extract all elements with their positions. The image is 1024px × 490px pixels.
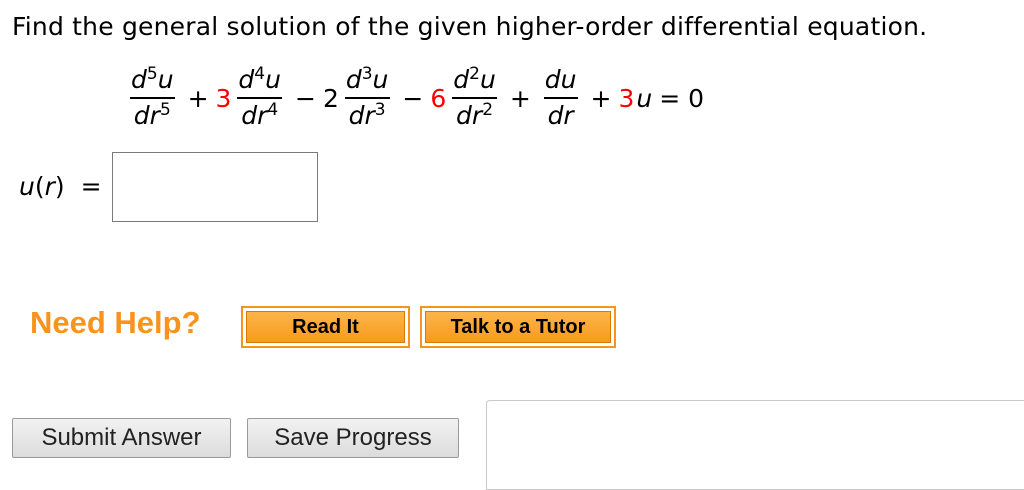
term4-num-d: d [453, 65, 470, 94]
term3-num-var: u [372, 65, 389, 94]
term2-den-dr: dr [241, 101, 268, 130]
operator-plus: + [509, 83, 531, 113]
term3-num-d: d [345, 65, 362, 94]
operator-plus: + [187, 83, 209, 113]
term1-num-var: u [157, 65, 174, 94]
answer-label: u(r) = [19, 172, 102, 201]
answer-arg-open: ( [34, 172, 45, 201]
message-panel [486, 400, 1024, 490]
talk-to-tutor-button[interactable]: Talk to a Tutor [420, 306, 616, 348]
differential-equation: d5u dr5 + 3 d4u dr4 − 2 d3u dr3 − 6 d2u … [124, 60, 711, 136]
question-text: Find the general solution of the given h… [12, 12, 928, 41]
coefficient-3-u: 3 [618, 83, 635, 113]
term3-den-dr: dr [348, 101, 375, 130]
coefficient-6: 6 [430, 83, 447, 113]
term5-num: du [544, 65, 577, 94]
operator-minus: − [402, 83, 424, 113]
term2-num-var: u [265, 65, 281, 94]
read-it-button[interactable]: Read It [241, 306, 410, 348]
fourth-derivative-term: d4u dr4 [234, 65, 285, 131]
answer-arg: (r) [35, 172, 65, 201]
term4-den-exp: 2 [482, 100, 494, 120]
term2-num-exp: 4 [254, 64, 266, 84]
first-derivative-term: du dr [541, 65, 581, 131]
coefficient-2: 2 [322, 83, 339, 113]
operator-minus: − [294, 83, 316, 113]
third-derivative-term: d3u dr3 [342, 65, 393, 131]
term3-den-exp: 3 [374, 100, 386, 120]
answer-equals: = [80, 172, 102, 201]
term1-den-exp: 5 [159, 100, 171, 120]
term1-num-d: d [131, 65, 147, 94]
fifth-derivative-term: d5u dr5 [127, 65, 178, 131]
term4-den-dr: dr [456, 101, 483, 130]
save-progress-button[interactable]: Save Progress [247, 418, 459, 458]
term2-num-d: d [238, 65, 255, 94]
need-help-label: Need Help? [30, 305, 201, 340]
term4-num-var: u [479, 65, 496, 94]
u-variable: u [636, 83, 653, 113]
read-it-label: Read It [246, 311, 405, 343]
term3-num-exp: 3 [361, 64, 373, 84]
operator-plus: + [590, 83, 612, 113]
coefficient-3: 3 [215, 83, 232, 113]
term5-den: dr [543, 97, 578, 131]
term1-num-exp: 5 [146, 64, 158, 84]
answer-arg-var: r [44, 172, 55, 201]
term1-den-dr: dr [133, 101, 160, 130]
answer-function-name: u [19, 172, 35, 201]
talk-to-tutor-label: Talk to a Tutor [425, 311, 611, 343]
equation-rhs: = 0 [659, 83, 705, 113]
answer-arg-close: ) [54, 172, 65, 201]
submit-answer-button[interactable]: Submit Answer [12, 418, 231, 458]
term4-num-exp: 2 [469, 64, 480, 84]
term2-den-exp: 4 [267, 100, 279, 120]
second-derivative-term: d2u dr2 [449, 65, 500, 131]
answer-input[interactable] [112, 152, 318, 222]
